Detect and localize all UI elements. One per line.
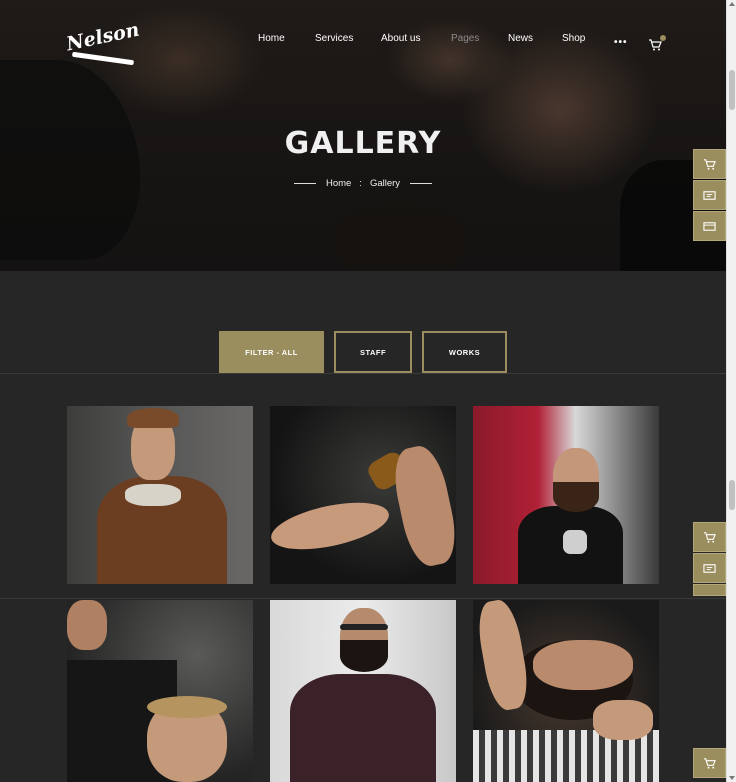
- side-cart-button[interactable]: [693, 748, 726, 778]
- collar-shape: [125, 484, 181, 506]
- hair-shape: [127, 408, 179, 428]
- gallery-filters: FILTER - ALL STAFF WORKS: [0, 331, 726, 373]
- face-shape: [67, 600, 107, 650]
- side-window-button[interactable]: [693, 584, 726, 596]
- scroll-down-arrow-icon[interactable]: [729, 776, 735, 780]
- divider: [0, 598, 726, 599]
- beard-shape: [340, 640, 388, 672]
- page: Nelson Home Services About us Pages News…: [0, 0, 726, 782]
- breadcrumb-home-link[interactable]: Home: [326, 178, 351, 189]
- page-title: GALLERY: [284, 126, 442, 161]
- razor-icon: [71, 51, 135, 66]
- cart-icon[interactable]: [648, 35, 666, 51]
- breadcrumb-separator: :: [359, 178, 362, 189]
- gallery-item-dropper-bottle[interactable]: [270, 406, 456, 584]
- nav-item-news[interactable]: News: [508, 33, 533, 44]
- scroll-up-arrow-icon[interactable]: [729, 2, 735, 6]
- nav-item-home[interactable]: Home: [258, 33, 285, 44]
- scrollbar-thumb[interactable]: [729, 480, 735, 510]
- side-cart-button[interactable]: [693, 149, 726, 179]
- nav-item-about-us[interactable]: About us: [381, 33, 420, 44]
- breadcrumb-current: Gallery: [369, 178, 401, 189]
- gallery-item-barber-cutting[interactable]: [67, 600, 253, 782]
- scrollbar[interactable]: [726, 0, 736, 782]
- side-cart-button[interactable]: [693, 522, 726, 552]
- side-toolbar: [693, 149, 726, 242]
- cart-icon: [703, 158, 716, 170]
- filter-works-button[interactable]: WORKS: [422, 331, 507, 373]
- id-card-icon: [703, 190, 716, 200]
- breadcrumb-line-right: [410, 183, 433, 184]
- hand-shape: [593, 700, 653, 740]
- filter-all-button[interactable]: FILTER - ALL: [219, 331, 324, 373]
- side-id-button[interactable]: [693, 180, 726, 210]
- side-toolbar: [693, 522, 726, 597]
- gallery-item-man-in-jacket[interactable]: [67, 406, 253, 584]
- nav-item-shop[interactable]: Shop: [562, 33, 585, 44]
- side-window-button[interactable]: [693, 211, 726, 241]
- filter-staff-button[interactable]: STAFF: [334, 331, 412, 373]
- divider: [0, 373, 726, 374]
- gallery-item-raiders-shirt[interactable]: [473, 406, 659, 584]
- cart-icon: [703, 531, 716, 543]
- nav-item-pages[interactable]: Pages: [451, 33, 479, 44]
- cart-icon: [703, 757, 716, 769]
- beard-shape: [553, 482, 599, 512]
- shirt-shape: [290, 674, 436, 782]
- nav-item-services[interactable]: Services: [315, 33, 353, 44]
- cart-count-badge: [660, 35, 666, 41]
- breadcrumb-line-left: [293, 183, 316, 184]
- hero-banner: Nelson Home Services About us Pages News…: [0, 0, 726, 271]
- side-id-button[interactable]: [693, 553, 726, 583]
- browser-window-icon: [703, 221, 716, 231]
- raiders-logo-shape: [563, 530, 587, 554]
- glasses-shape: [340, 624, 388, 630]
- gallery-item-man-with-glasses[interactable]: [270, 600, 456, 782]
- id-card-icon: [703, 563, 716, 573]
- scrollbar-thumb[interactable]: [729, 70, 735, 110]
- gallery-item-beard-shave[interactable]: [473, 600, 659, 782]
- brand-logo[interactable]: Nelson: [65, 19, 141, 66]
- hair-shape: [147, 696, 227, 718]
- more-menu-icon[interactable]: •••: [614, 37, 628, 48]
- side-toolbar: [693, 748, 726, 779]
- breadcrumb: Home : Gallery: [0, 178, 726, 189]
- face-shape: [533, 640, 633, 690]
